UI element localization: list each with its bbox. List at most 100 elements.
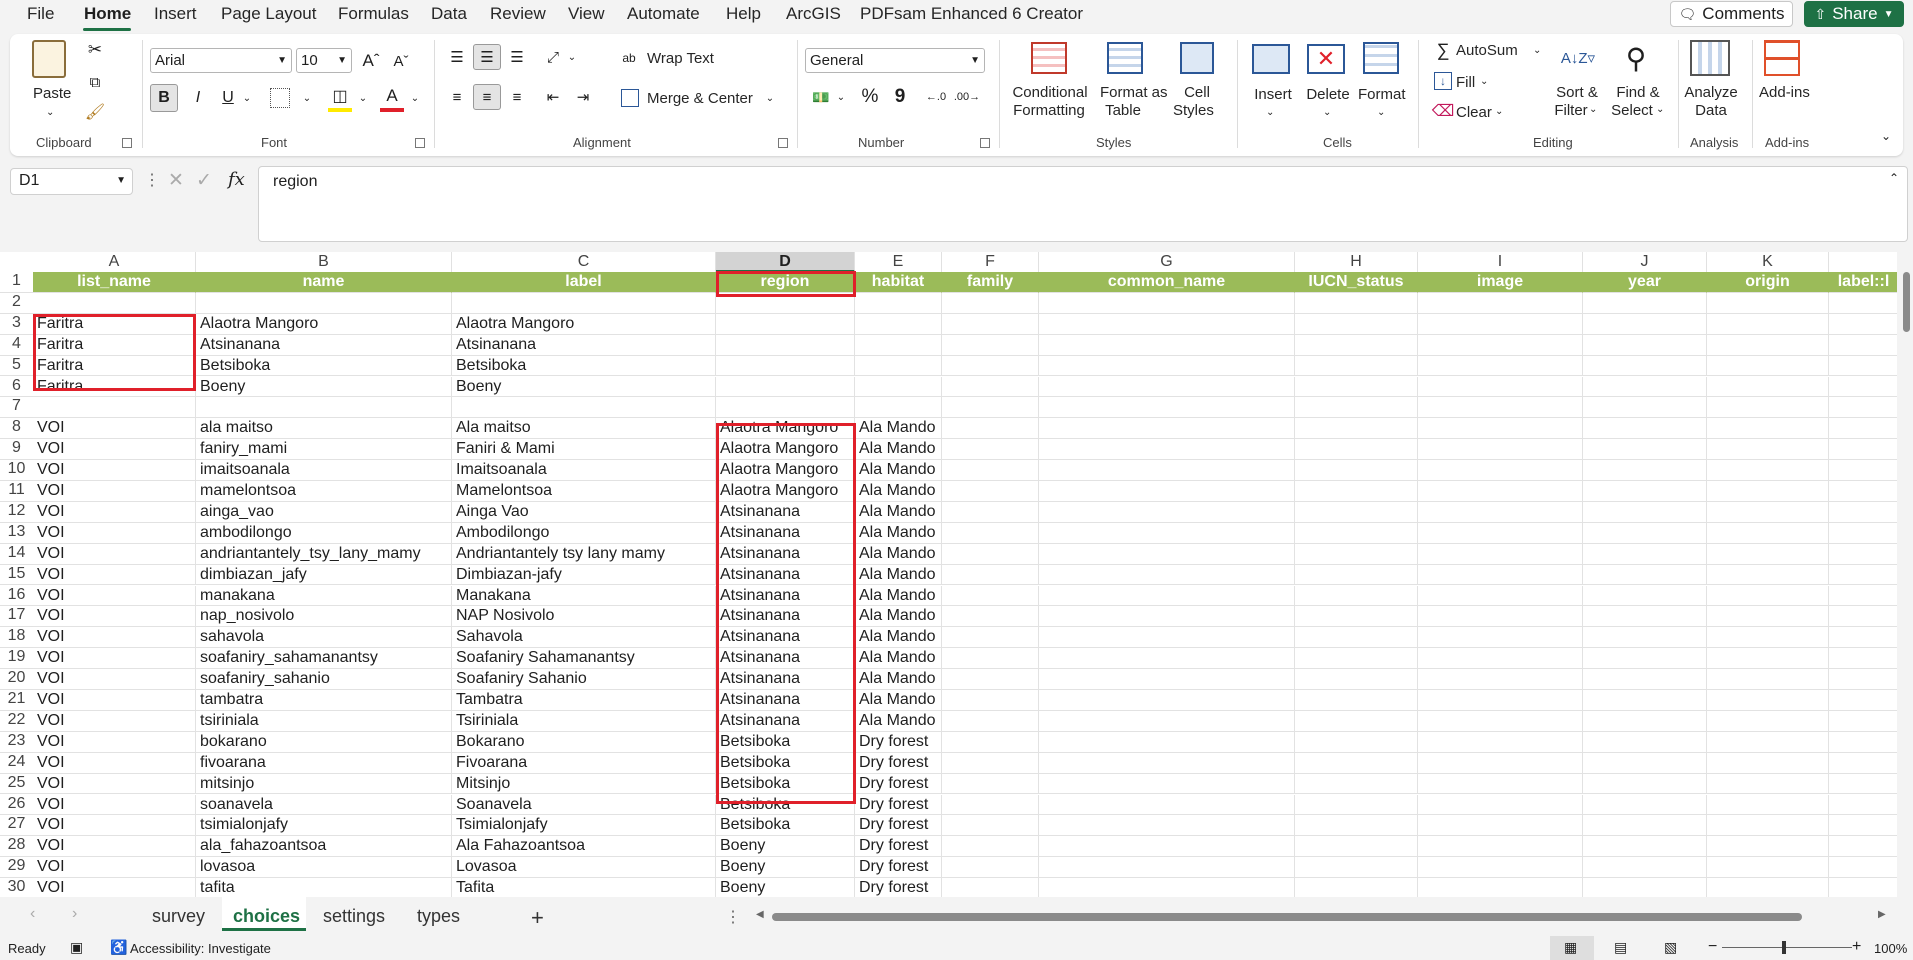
increase-font-size-icon[interactable]: Aˆ xyxy=(360,50,382,72)
underline-button[interactable]: U xyxy=(216,84,240,112)
grid-cell[interactable] xyxy=(1039,376,1295,398)
column-header-g[interactable]: G xyxy=(1039,252,1295,272)
grid-cell[interactable] xyxy=(1039,857,1295,879)
column-header-b[interactable]: B xyxy=(196,252,452,272)
grid-cell[interactable] xyxy=(1418,690,1583,711)
grid-cell[interactable]: Manakana xyxy=(452,585,716,607)
menu-automate[interactable]: Automate xyxy=(627,4,700,24)
grid-cell[interactable]: VOI xyxy=(33,418,196,440)
grid-cell[interactable]: soafaniry_sahanio xyxy=(196,669,452,690)
grid-cell[interactable]: Boeny xyxy=(716,857,855,879)
grid-cell[interactable] xyxy=(1707,815,1829,837)
grid-cell[interactable] xyxy=(1418,857,1583,879)
grid-cell[interactable] xyxy=(1418,731,1583,753)
grid-cell[interactable]: Ala Mando xyxy=(855,543,942,565)
row-header[interactable]: 11 xyxy=(0,481,33,502)
grid-cell[interactable] xyxy=(942,292,1039,314)
grid-cell[interactable] xyxy=(1707,397,1829,419)
grid-cell[interactable] xyxy=(1039,752,1295,774)
grid-cell[interactable] xyxy=(1295,815,1418,837)
chevron-down-icon[interactable]: ⌄ xyxy=(566,46,578,68)
page-break-view-icon[interactable]: ▧ xyxy=(1664,939,1677,956)
grid-cell[interactable] xyxy=(942,460,1039,481)
grid-cell[interactable]: sahavola xyxy=(196,627,452,649)
row-header[interactable]: 18 xyxy=(0,627,33,649)
grid-cell[interactable] xyxy=(452,397,716,419)
tab-survey[interactable]: survey xyxy=(152,906,205,927)
grid-cell[interactable] xyxy=(1295,460,1418,481)
grid-cell[interactable] xyxy=(1583,418,1707,440)
grid-cell[interactable]: VOI xyxy=(33,731,196,753)
row-header[interactable]: 5 xyxy=(0,355,33,377)
grid-cell[interactable] xyxy=(1583,439,1707,461)
grid-cell[interactable]: Faritra xyxy=(33,334,196,356)
grid-cell[interactable] xyxy=(1039,815,1295,837)
clipboard-launcher-icon[interactable] xyxy=(122,138,132,148)
grid-cell[interactable]: Dry forest xyxy=(855,857,942,879)
grid-cell[interactable] xyxy=(1707,564,1829,586)
row-header[interactable]: 25 xyxy=(0,773,33,795)
grid-cell[interactable] xyxy=(1418,481,1583,502)
header-cell[interactable]: region xyxy=(716,272,855,293)
row-header[interactable]: 27 xyxy=(0,815,33,837)
grid-cell[interactable]: Sahavola xyxy=(452,627,716,649)
grid-cell[interactable] xyxy=(1039,606,1295,628)
grid-cell[interactable] xyxy=(1583,731,1707,753)
format-cells-button[interactable]: Format xyxy=(1358,86,1406,104)
header-cell[interactable]: list_name xyxy=(33,272,196,293)
font-color-icon[interactable]: A xyxy=(380,84,404,112)
column-header-j[interactable]: J xyxy=(1583,252,1707,272)
grid-cell[interactable] xyxy=(1039,439,1295,461)
menu-arcgis[interactable]: ArcGIS xyxy=(786,4,841,24)
chevron-down-icon[interactable]: ⌄ xyxy=(356,84,370,112)
name-box[interactable]: D1 ▼ xyxy=(10,168,133,195)
grid-cell[interactable]: VOI xyxy=(33,752,196,774)
grid-cell[interactable]: Betsiboka xyxy=(716,752,855,774)
font-name-select[interactable]: Arial ▼ xyxy=(150,48,292,73)
grid-cell[interactable]: Imaitsoanala xyxy=(452,460,716,481)
grid-cell[interactable] xyxy=(1418,773,1583,795)
grid-cell[interactable] xyxy=(1583,397,1707,419)
grid-cell[interactable]: Atsinanana xyxy=(716,564,855,586)
grid-cell[interactable]: fivoarana xyxy=(196,752,452,774)
row-header[interactable]: 4 xyxy=(0,334,33,356)
grid-cell[interactable]: Atsinanana xyxy=(716,501,855,523)
grid-cell[interactable] xyxy=(1418,439,1583,461)
grid-cell[interactable]: Faritra xyxy=(33,313,196,335)
grid-cell[interactable]: tsimialonjafy xyxy=(196,815,452,837)
grid-cell[interactable] xyxy=(942,690,1039,711)
grid-cell[interactable] xyxy=(855,292,942,314)
grid-cell[interactable]: mitsinjo xyxy=(196,773,452,795)
grid-cell[interactable] xyxy=(1039,627,1295,649)
grid-cell[interactable] xyxy=(1707,648,1829,670)
grid-cell[interactable] xyxy=(1829,397,1897,419)
grid-cell[interactable] xyxy=(1829,544,1897,565)
grid-cell[interactable] xyxy=(1418,376,1583,398)
grid-cell[interactable] xyxy=(1418,543,1583,565)
grid-cell[interactable] xyxy=(1707,585,1829,607)
header-cell[interactable]: year xyxy=(1583,272,1707,293)
grid-cell[interactable]: Alaotra Mangoro xyxy=(716,418,855,440)
grid-cell[interactable]: Tafita xyxy=(452,878,716,897)
grid-cell[interactable]: Faritra xyxy=(33,355,196,377)
grid-cell[interactable]: Ambodilongo xyxy=(452,522,716,544)
grid-cell[interactable]: Ala Mando xyxy=(855,439,942,461)
grid-cell[interactable] xyxy=(1583,460,1707,481)
grid-cell[interactable] xyxy=(1583,292,1707,314)
grid-cell[interactable] xyxy=(1583,669,1707,690)
grid-cell[interactable] xyxy=(1707,313,1829,335)
grid-cell[interactable]: NAP Nosivolo xyxy=(452,606,716,628)
scroll-right-icon[interactable]: ▶ xyxy=(1878,909,1886,920)
chevron-down-icon[interactable]: ⌄ xyxy=(1266,104,1274,122)
increase-decimal-icon[interactable]: ←.0 xyxy=(923,86,949,108)
grid-cell[interactable] xyxy=(942,543,1039,565)
grid-cell[interactable] xyxy=(1418,522,1583,544)
chevron-down-icon[interactable]: ⌄ xyxy=(1377,104,1385,122)
grid-cell[interactable]: Boeny xyxy=(716,836,855,858)
grid-cell[interactable]: Ala Mando xyxy=(855,627,942,649)
grid-cell[interactable] xyxy=(33,397,196,419)
row-header[interactable]: 1 xyxy=(0,272,33,293)
grid-cell[interactable] xyxy=(1295,564,1418,586)
cancel-icon[interactable]: ✕ xyxy=(168,169,184,192)
grid-cell[interactable] xyxy=(1295,439,1418,461)
